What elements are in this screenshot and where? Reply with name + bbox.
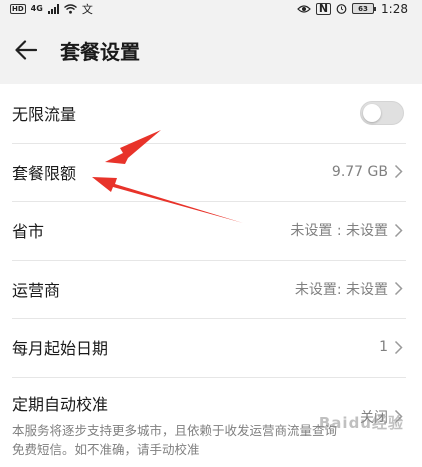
chevron-right-icon [394, 164, 404, 180]
clock: 1:28 [381, 1, 408, 16]
app-header: 套餐设置 [0, 17, 422, 83]
setting-label: 定期自动校准 [12, 394, 109, 414]
setting-value: 未设置: 未设置 [294, 281, 388, 298]
chevron-right-icon [394, 222, 404, 238]
settings-card: 无限流量 套餐限额 9.77 GB 省市 未设置 : 未设置 运营商 未设置: … [0, 84, 422, 467]
setting-province-city[interactable]: 省市 未设置 : 未设置 [0, 201, 422, 260]
setting-monthly-start-day[interactable]: 每月起始日期 1 [0, 318, 422, 377]
setting-label: 无限流量 [12, 105, 77, 125]
setting-data-quota[interactable]: 套餐限额 9.77 GB [0, 142, 422, 202]
setting-label: 省市 [12, 222, 45, 242]
chevron-right-icon [394, 339, 404, 355]
setting-label: 运营商 [12, 280, 61, 300]
setting-label: 套餐限额 [12, 163, 77, 183]
signal-icon [47, 3, 59, 14]
toggle-knob [363, 104, 381, 123]
hd-badge: HD [10, 3, 26, 14]
battery-icon: 63 [352, 3, 377, 14]
setting-label: 每月起始日期 [12, 339, 109, 359]
setting-unlimited-data[interactable]: 无限流量 [0, 84, 422, 143]
nfc-icon: N [315, 2, 332, 15]
wifi-icon [63, 3, 77, 14]
network-type: 4G [30, 4, 43, 13]
setting-value: 9.77 GB [331, 163, 388, 180]
setting-value: 未设置 : 未设置 [290, 223, 388, 240]
setting-value: 1 [379, 339, 388, 356]
back-arrow-icon [15, 40, 37, 60]
setting-carrier[interactable]: 运营商 未设置: 未设置 [0, 259, 422, 319]
notification-text: 文 [81, 2, 93, 16]
status-left: HD 4G 文 [10, 1, 93, 17]
unlimited-data-toggle[interactable] [360, 101, 404, 126]
alarm-icon [336, 4, 347, 14]
setting-description: 本服务将逐步支持更多城市，且依赖于收发运营商流量查询免费短信。如不准确，请手动校… [12, 422, 338, 457]
setting-text: 定期自动校准 本服务将逐步支持更多城市，且依赖于收发运营商流量查询免费短信。如不… [12, 391, 360, 459]
status-bar: HD 4G 文 N 63 1:28 [0, 0, 422, 17]
back-button[interactable] [14, 38, 38, 62]
status-right: N 63 1:28 [296, 1, 408, 16]
page-title: 套餐设置 [60, 39, 140, 64]
chevron-right-icon [394, 281, 404, 297]
watermark: Baidu经验 [318, 414, 404, 432]
eye-icon [296, 4, 311, 13]
